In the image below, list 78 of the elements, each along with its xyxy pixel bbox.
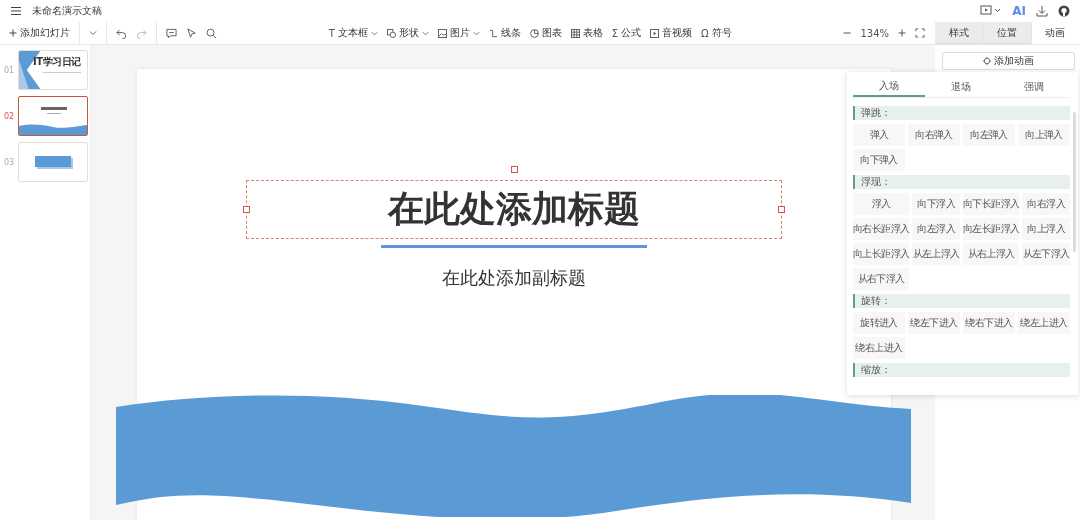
effect-button[interactable]: 向左弹入 [963, 124, 1015, 146]
crosshair-icon [983, 57, 991, 65]
zoom-out-icon[interactable] [843, 29, 852, 37]
effect-button[interactable]: 向左长距浮入 [963, 218, 1020, 240]
effect-button[interactable]: 向右弹入 [908, 124, 960, 146]
scrollbar[interactable] [1073, 112, 1076, 252]
effect-button[interactable]: 绕左下进入 [908, 312, 960, 334]
line-icon [488, 28, 498, 38]
undo-icon[interactable] [116, 27, 127, 39]
effect-button[interactable]: 向下浮入 [912, 193, 960, 215]
resize-handle[interactable] [778, 206, 785, 213]
pie-chart-icon [529, 28, 539, 38]
slide-number: 01 [4, 65, 14, 75]
effect-button[interactable]: 从左上浮入 [912, 243, 960, 265]
comment-icon[interactable] [166, 27, 177, 39]
pointer-icon[interactable] [186, 27, 197, 39]
animation-tab[interactable]: 强调 [997, 77, 1070, 97]
effect-button[interactable]: 旋转进入 [853, 312, 905, 334]
resize-handle[interactable] [243, 206, 250, 213]
slide-thumbnail[interactable]: IT学习日记 [18, 50, 88, 90]
insert-tool-button[interactable]: 形状 [386, 26, 429, 40]
effect-group-header: 浮现： [853, 175, 1070, 189]
insert-tool-button[interactable]: 表格 [570, 26, 603, 40]
effect-group-header: 弹跳： [853, 106, 1070, 120]
image-icon [437, 28, 447, 38]
slide-title[interactable]: 在此处添加标题 [388, 185, 640, 234]
panel-tab[interactable]: 样式 [935, 22, 984, 44]
download-icon[interactable] [1036, 5, 1048, 17]
insert-tool-button[interactable]: 线条 [488, 26, 521, 40]
zoom-level: 134% [860, 27, 889, 39]
insert-tool-button[interactable]: 图片 [437, 26, 480, 40]
effect-button[interactable]: 向上浮入 [1022, 218, 1070, 240]
effect-button[interactable]: 向下弹入 [853, 149, 905, 171]
effect-group-header: 缩放： [853, 363, 1070, 377]
panel-tab[interactable]: 位置 [983, 22, 1032, 44]
shapes-icon [386, 28, 396, 38]
effect-group-header: 旋转： [853, 294, 1070, 308]
add-animation-button[interactable]: 添加动画 [942, 52, 1075, 70]
insert-tool-button[interactable]: Ω 符号 [701, 26, 732, 40]
search-icon[interactable] [206, 27, 217, 39]
effect-button[interactable]: 绕左上进入 [1018, 312, 1070, 334]
plus-icon [9, 29, 17, 37]
effect-button[interactable]: 绕右上进入 [853, 337, 905, 359]
effect-button[interactable]: 向下长距浮入 [963, 193, 1020, 215]
fullscreen-icon[interactable] [915, 28, 925, 38]
menu-icon[interactable] [10, 5, 22, 17]
slide-number: 02 [4, 111, 14, 121]
effect-button[interactable]: 向右长距浮入 [853, 218, 910, 240]
add-slide-button[interactable]: 添加幻灯片 [0, 22, 80, 44]
insert-tool-button[interactable]: T 文本框 [328, 26, 378, 40]
slide-thumbnail[interactable] [18, 96, 88, 136]
insert-tool-button[interactable]: Σ 公式 [611, 26, 642, 40]
panel-tab[interactable]: 动画 [1031, 22, 1080, 44]
effect-button[interactable]: 从右上浮入 [963, 243, 1020, 265]
insert-tool-button[interactable]: 图表 [529, 26, 562, 40]
effect-button[interactable]: 向上长距浮入 [853, 243, 910, 265]
rotate-handle[interactable] [511, 166, 518, 173]
effect-button[interactable]: 绕右下进入 [963, 312, 1015, 334]
animation-tab[interactable]: 入场 [853, 77, 926, 97]
caret-icon[interactable] [89, 29, 97, 37]
table-icon [570, 28, 580, 38]
document-title[interactable]: 未命名演示文稿 [32, 4, 102, 18]
animation-tab[interactable]: 退场 [925, 77, 998, 97]
slide-number: 03 [4, 157, 14, 167]
effect-button[interactable]: 从右下浮入 [853, 268, 910, 290]
effect-button[interactable]: 向右浮入 [1022, 193, 1070, 215]
effect-button[interactable]: 向上弹入 [1018, 124, 1070, 146]
effect-button[interactable]: 弹入 [853, 124, 905, 146]
insert-tool-button[interactable]: 音视频 [650, 26, 693, 40]
github-icon[interactable] [1058, 5, 1070, 17]
slide-subtitle[interactable]: 在此处添加副标题 [442, 266, 586, 290]
effect-button[interactable]: 浮入 [853, 193, 910, 215]
presentation-icon[interactable] [980, 5, 1003, 17]
zoom-in-icon[interactable] [898, 29, 906, 37]
wave-shape[interactable] [116, 395, 911, 517]
effect-button[interactable]: 从左下浮入 [1022, 243, 1070, 265]
effect-button[interactable]: 向左浮入 [912, 218, 960, 240]
media-icon [650, 28, 660, 38]
